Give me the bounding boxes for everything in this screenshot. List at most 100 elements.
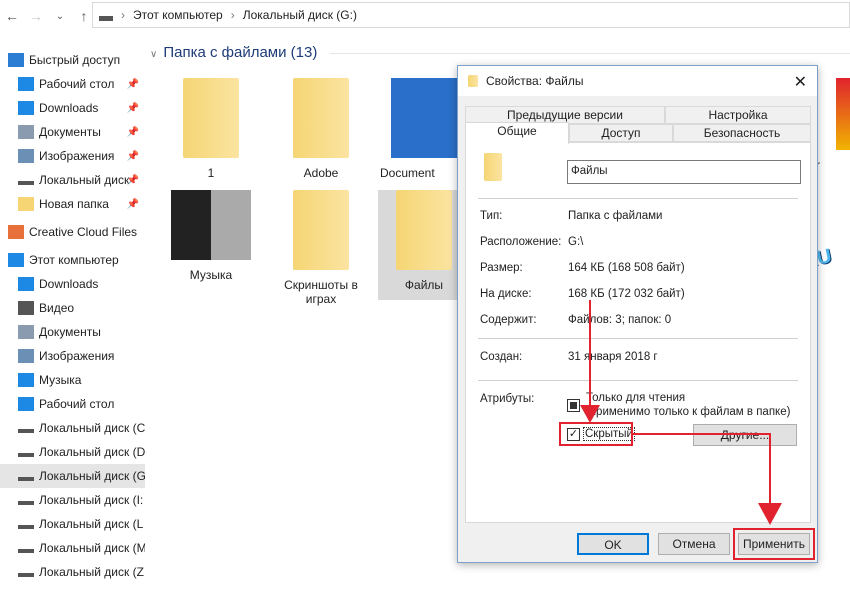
sidebar-item[interactable]: Документы <box>0 320 145 344</box>
download-icon <box>18 277 34 291</box>
dialog-title: Свойства: Файлы <box>486 74 584 88</box>
drive-icon <box>18 181 34 185</box>
property-label: Тип: <box>480 210 503 222</box>
sidebar-item[interactable]: Локальный диск (L <box>0 512 145 536</box>
folder-name-input[interactable]: Файлы <box>567 160 801 184</box>
sidebar-item-label: Downloads <box>39 277 99 291</box>
sidebar-item[interactable]: Рабочий стол 📌 <box>0 72 145 96</box>
sidebar-item[interactable]: Рабочий стол <box>0 392 145 416</box>
breadcrumb-item[interactable]: Этот компьютер <box>133 8 223 22</box>
sidebar-item-label: Локальный диск (C <box>39 421 145 435</box>
close-icon[interactable]: ✕ <box>794 72 807 92</box>
navigation-bar: ← → ⌄ ↑ › Этот компьютер › Локальный дис… <box>0 0 850 32</box>
folder-icon <box>183 78 239 158</box>
forward-button[interactable]: → <box>24 8 48 24</box>
sidebar-item[interactable]: Локальный диск (I: <box>0 488 145 512</box>
sidebar-item-label: Локальный диск (D <box>39 445 145 459</box>
sidebar-item-label: Downloads <box>39 101 99 115</box>
creative-cloud-icon <box>8 225 24 239</box>
sidebar-item[interactable]: Изображения 📌 <box>0 144 145 168</box>
recent-locations-button[interactable]: ⌄ <box>48 11 72 22</box>
sidebar-item[interactable]: Downloads 📌 <box>0 96 145 120</box>
sidebar-item[interactable]: Новая папка 📌 <box>0 192 145 216</box>
sidebar-item-label: Изображения <box>39 149 115 163</box>
property-value: Файлов: 3; папок: 0 <box>568 314 672 326</box>
property-value: 31 января 2018 г <box>568 351 658 363</box>
navigation-pane: Быстрый доступ Рабочий стол 📌 Downloads 📌 Док… <box>0 48 145 597</box>
arrow-down-icon <box>758 503 782 525</box>
documents-icon <box>18 125 34 139</box>
file-item[interactable]: Adobe <box>275 78 367 180</box>
tab-security[interactable]: Безопасность <box>673 124 811 142</box>
tab-sharing[interactable]: Доступ <box>569 124 673 142</box>
sidebar-item[interactable]: Музыка <box>0 368 145 392</box>
sidebar-item[interactable]: Локальный диск (G <box>0 464 145 488</box>
desktop-icon <box>18 397 34 411</box>
sidebar-item[interactable]: Downloads <box>0 272 145 296</box>
drive-icon <box>18 453 34 457</box>
file-item[interactable]: 1 <box>165 78 257 180</box>
sidebar-item[interactable]: Локальный диск (M <box>0 536 145 560</box>
sidebar-item-label: Локальный диск (I: <box>39 493 144 507</box>
arrow-line <box>633 433 771 435</box>
arrow-line <box>769 433 771 508</box>
arrow-down-icon <box>580 405 600 423</box>
sidebar-item-label: Локальный диск (G <box>39 469 145 483</box>
readonly-checkbox[interactable] <box>567 399 580 412</box>
file-item[interactable]: Музыка <box>165 190 257 282</box>
folder-icon <box>18 197 34 211</box>
file-item[interactable]: Скриншоты в играх <box>275 190 367 306</box>
pin-icon[interactable]: 📌 <box>127 79 139 90</box>
file-item-label: Скриншоты в играх <box>284 278 358 306</box>
sidebar-item-label: Документы <box>39 325 101 339</box>
sidebar-item[interactable]: Creative Cloud Files <box>0 220 145 244</box>
sidebar-item[interactable]: Быстрый доступ <box>0 48 145 72</box>
sidebar-item[interactable]: Локальный диск 📌 <box>0 168 145 192</box>
drive-icon <box>18 477 34 481</box>
sidebar-item-label: Изображения <box>39 349 115 363</box>
desktop-icon <box>18 77 34 91</box>
pin-icon[interactable]: 📌 <box>127 199 139 210</box>
computer-icon <box>8 253 24 267</box>
pin-icon[interactable]: 📌 <box>127 151 139 162</box>
star-icon <box>8 53 24 67</box>
drive-icon <box>99 15 113 21</box>
sidebar-item[interactable]: Видео <box>0 296 145 320</box>
drive-icon <box>18 573 34 577</box>
music-icon <box>18 373 34 387</box>
sidebar-item[interactable]: Документы 📌 <box>0 120 145 144</box>
property-value: Папка с файлами <box>568 210 663 222</box>
pin-icon[interactable]: 📌 <box>127 127 139 138</box>
properties-dialog: Свойства: Файлы ✕ Предыдущие версии Наст… <box>457 65 818 563</box>
attributes-label: Атрибуты: <box>480 393 535 405</box>
drive-icon <box>18 429 34 433</box>
property-value: G:\ <box>568 236 584 248</box>
pin-icon[interactable]: 📌 <box>127 103 139 114</box>
file-item-label: 1 <box>207 166 215 180</box>
tab-general[interactable]: Общие <box>465 122 569 144</box>
sidebar-item-label: Видео <box>39 301 75 315</box>
folder-icon <box>293 78 349 158</box>
pin-icon[interactable]: 📌 <box>127 175 139 186</box>
group-header[interactable]: ∨ Папка с файлами (13) <box>150 44 317 61</box>
cancel-button[interactable]: Отмена <box>658 533 730 555</box>
documents-icon <box>391 78 461 158</box>
back-button[interactable]: ← <box>0 8 24 24</box>
breadcrumb-item[interactable]: Локальный диск (G:) <box>243 8 357 22</box>
sidebar-item[interactable]: Изображения <box>0 344 145 368</box>
sidebar-item[interactable]: Локальный диск (D <box>0 440 145 464</box>
pictures-icon <box>18 349 34 363</box>
sidebar-item[interactable]: Локальный диск (Z <box>0 560 145 584</box>
ok-button[interactable]: OK <box>577 533 649 555</box>
address-bar[interactable]: › Этот компьютер › Локальный диск (G:) <box>92 2 850 28</box>
folder-icon <box>468 75 478 87</box>
property-value: 164 КБ (168 508 байт) <box>568 262 685 274</box>
sidebar-item[interactable]: Этот компьютер <box>0 248 145 272</box>
sidebar-item-label: Creative Cloud Files <box>29 225 138 239</box>
chevron-right-icon: › <box>230 8 235 22</box>
other-attributes-button[interactable]: Другие... <box>693 424 797 446</box>
divider <box>478 198 798 199</box>
sidebar-item[interactable]: Локальный диск (C <box>0 416 145 440</box>
sidebar-item-label: Рабочий стол <box>39 397 115 411</box>
tab-customize[interactable]: Настройка <box>665 106 811 124</box>
